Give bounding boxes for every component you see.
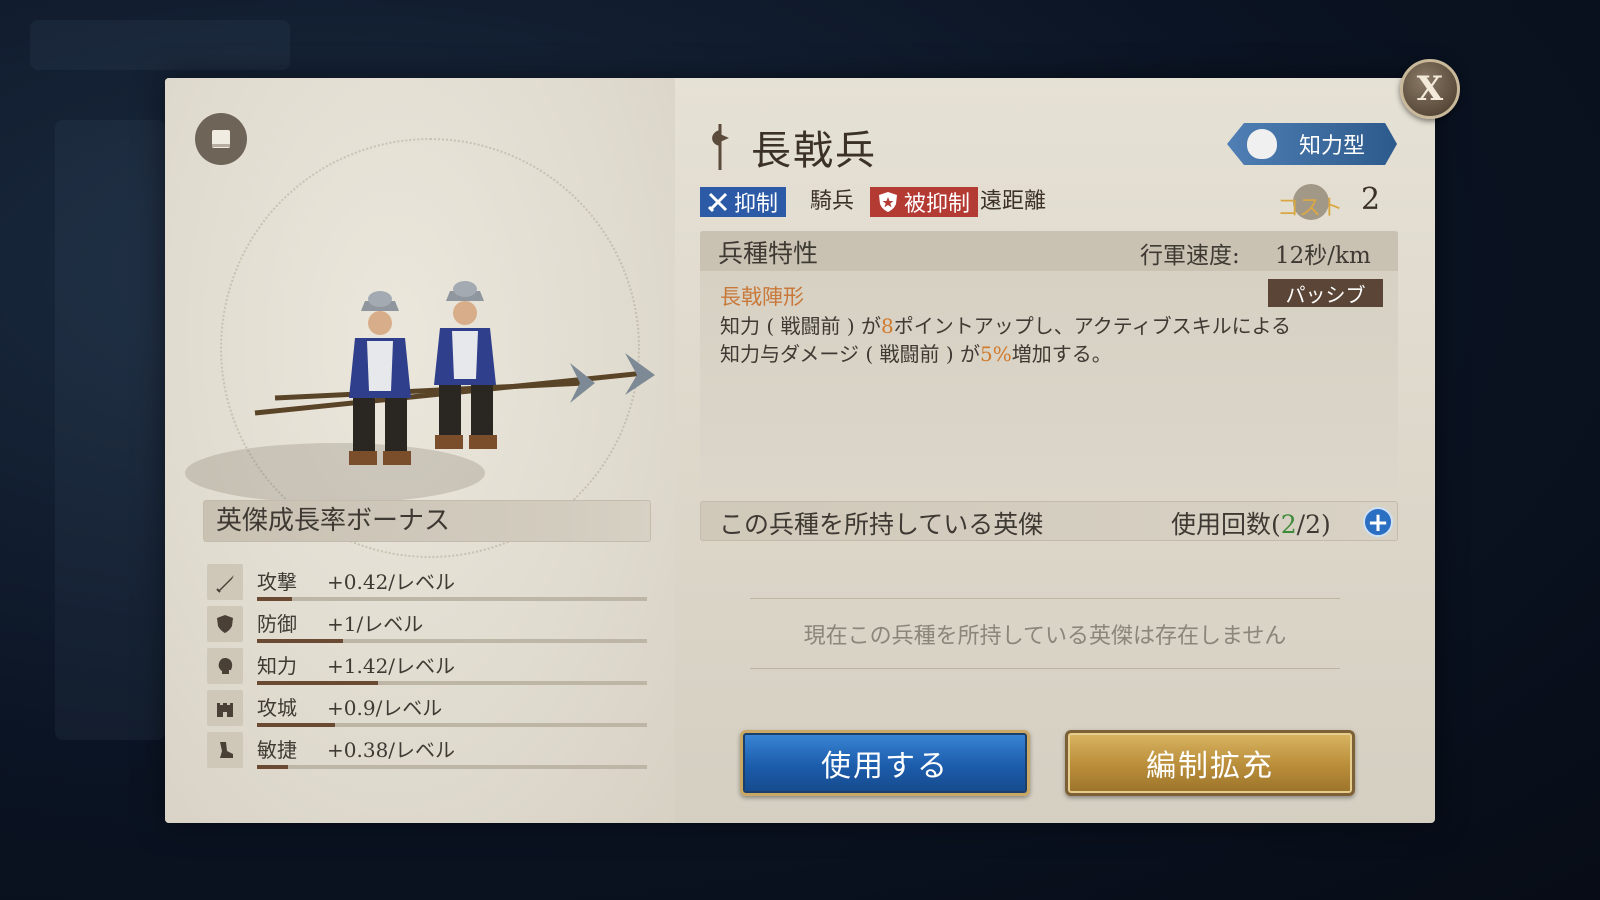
stat-bar-track [257,597,647,601]
stat-value: +1.42/レベル [327,654,456,678]
skill-name: 長戟陣形 [720,285,804,309]
background-hud-blur [30,20,290,70]
stat-name: 攻撃 [257,570,297,594]
cost-label: コスト [1277,196,1344,221]
suppressed-label: 被抑制 [904,192,971,217]
unit-type-label: 知力型 [1299,134,1366,159]
suppress-target: 騎兵 [810,189,855,214]
march-speed-value: 12秒/km [1275,243,1371,269]
stat-bar-track [257,681,647,685]
shield-star-icon [879,192,897,212]
unit-type-badge: 知力型 [1227,123,1397,165]
divider [750,668,1340,669]
usage-count: 使用回数(2/2) [1171,505,1331,541]
suppressed-target: 遠距離 [980,189,1047,214]
usage-prefix: 使用回数( [1171,510,1281,539]
desc-text: ポイントアップし、アクティブスキルによる [893,314,1291,338]
stat-bar-fill [257,681,378,685]
suppress-label: 抑制 [734,192,779,217]
growth-stat-row: 攻撃 +0.42/レベル [207,564,647,602]
stat-bar-fill [257,765,289,769]
growth-stat-row: 敏捷 +0.38/レベル [207,732,647,770]
traits-title: 兵種特性 [718,239,819,268]
unit-detail-dialog: 英傑成長率ボーナス 攻撃 +0.42/レベル防御 +1/レベル知力 +1.42/レベル… [165,78,1435,823]
unit-traits-panel: 兵種特性 行軍速度: 12秒/km 長戟陣形 パッシブ 知力 ( 戦闘前 ) が… [700,231,1398,487]
stat-bar-fill [257,723,335,727]
stat-bar-track [257,639,647,643]
skill-description: 知力 ( 戦闘前 ) が8ポイントアップし、アクティブスキルによる 知力与ダメー… [720,312,1380,368]
traits-header: 兵種特性 行軍速度: 12秒/km [700,231,1398,271]
stat-name: 知力 [257,654,297,678]
growth-stat-row: 攻城 +0.9/レベル [207,690,647,728]
stat-icon-box [207,690,243,726]
growth-stat-row: 防御 +1/レベル [207,606,647,644]
desc-highlight-points: 8 [881,314,894,338]
stat-bar-fill [257,597,293,601]
stat-icon-box [207,648,243,684]
stat-name: 攻城 [257,696,297,720]
close-button[interactable]: X [1400,59,1460,119]
stat-value: +0.42/レベル [327,570,456,594]
intellect-head-icon [1247,129,1277,159]
usage-suffix: /2) [1296,510,1331,539]
stat-icon-box [207,564,243,600]
suppress-tag: 抑制 [700,187,787,217]
boot-icon [220,742,233,758]
stat-icon-box [207,732,243,768]
heroes-owning-unit-header: この兵種を所持している英傑 使用回数(2/2) + [700,501,1398,541]
stat-bar-track [257,765,647,769]
expand-formation-button[interactable]: 編制拡充 [1065,730,1355,796]
use-button[interactable]: 使用する [740,730,1030,796]
stat-bar-fill [257,639,343,643]
growth-stat-row: 知力 +1.42/レベル [207,648,647,686]
stat-value: +0.9/レベル [327,696,443,720]
sword-icon [216,575,234,593]
passive-badge: パッシブ [1268,279,1383,307]
usage-current: 2 [1280,510,1297,539]
stat-bar-track [257,723,647,727]
march-speed-label: 行軍速度: [1140,243,1240,269]
background-sidebar-blur [55,120,165,740]
encyclopedia-button[interactable] [195,113,247,165]
empty-heroes-message: 現在この兵種を所持している英傑は存在しません [803,624,1287,649]
unit-name: 長戟兵 [751,128,877,174]
divider [750,598,1340,599]
book-icon [212,130,230,148]
desc-text: 知力 ( 戦闘前 ) が [720,314,882,338]
stat-icon-box [207,606,243,642]
desc-text: 知力与ダメージ ( 戦闘前 ) が [720,342,981,366]
stat-name: 敏捷 [257,738,297,762]
desc-highlight-percent: 5% [980,342,1012,366]
stat-value: +1/レベル [327,612,424,636]
desc-text: 増加する。 [1011,342,1112,366]
stat-value: +0.38/レベル [327,738,456,762]
add-usage-button[interactable]: + [1363,507,1393,537]
head-icon [218,658,233,674]
halberd-icon [712,124,729,170]
halberdier-illustration [185,281,655,503]
empty-heroes-zone: 現在この兵種を所持している英傑は存在しません [750,598,1340,669]
stat-name: 防御 [257,612,297,636]
crossed-swords-icon [707,192,728,213]
castle-icon [217,703,233,717]
shield-icon [217,615,233,633]
growth-bonus-header: 英傑成長率ボーナス [203,500,651,542]
cost-value: 2 [1361,182,1381,217]
heroes-title: この兵種を所持している英傑 [719,510,1044,539]
suppressed-tag: 被抑制 [870,187,979,217]
